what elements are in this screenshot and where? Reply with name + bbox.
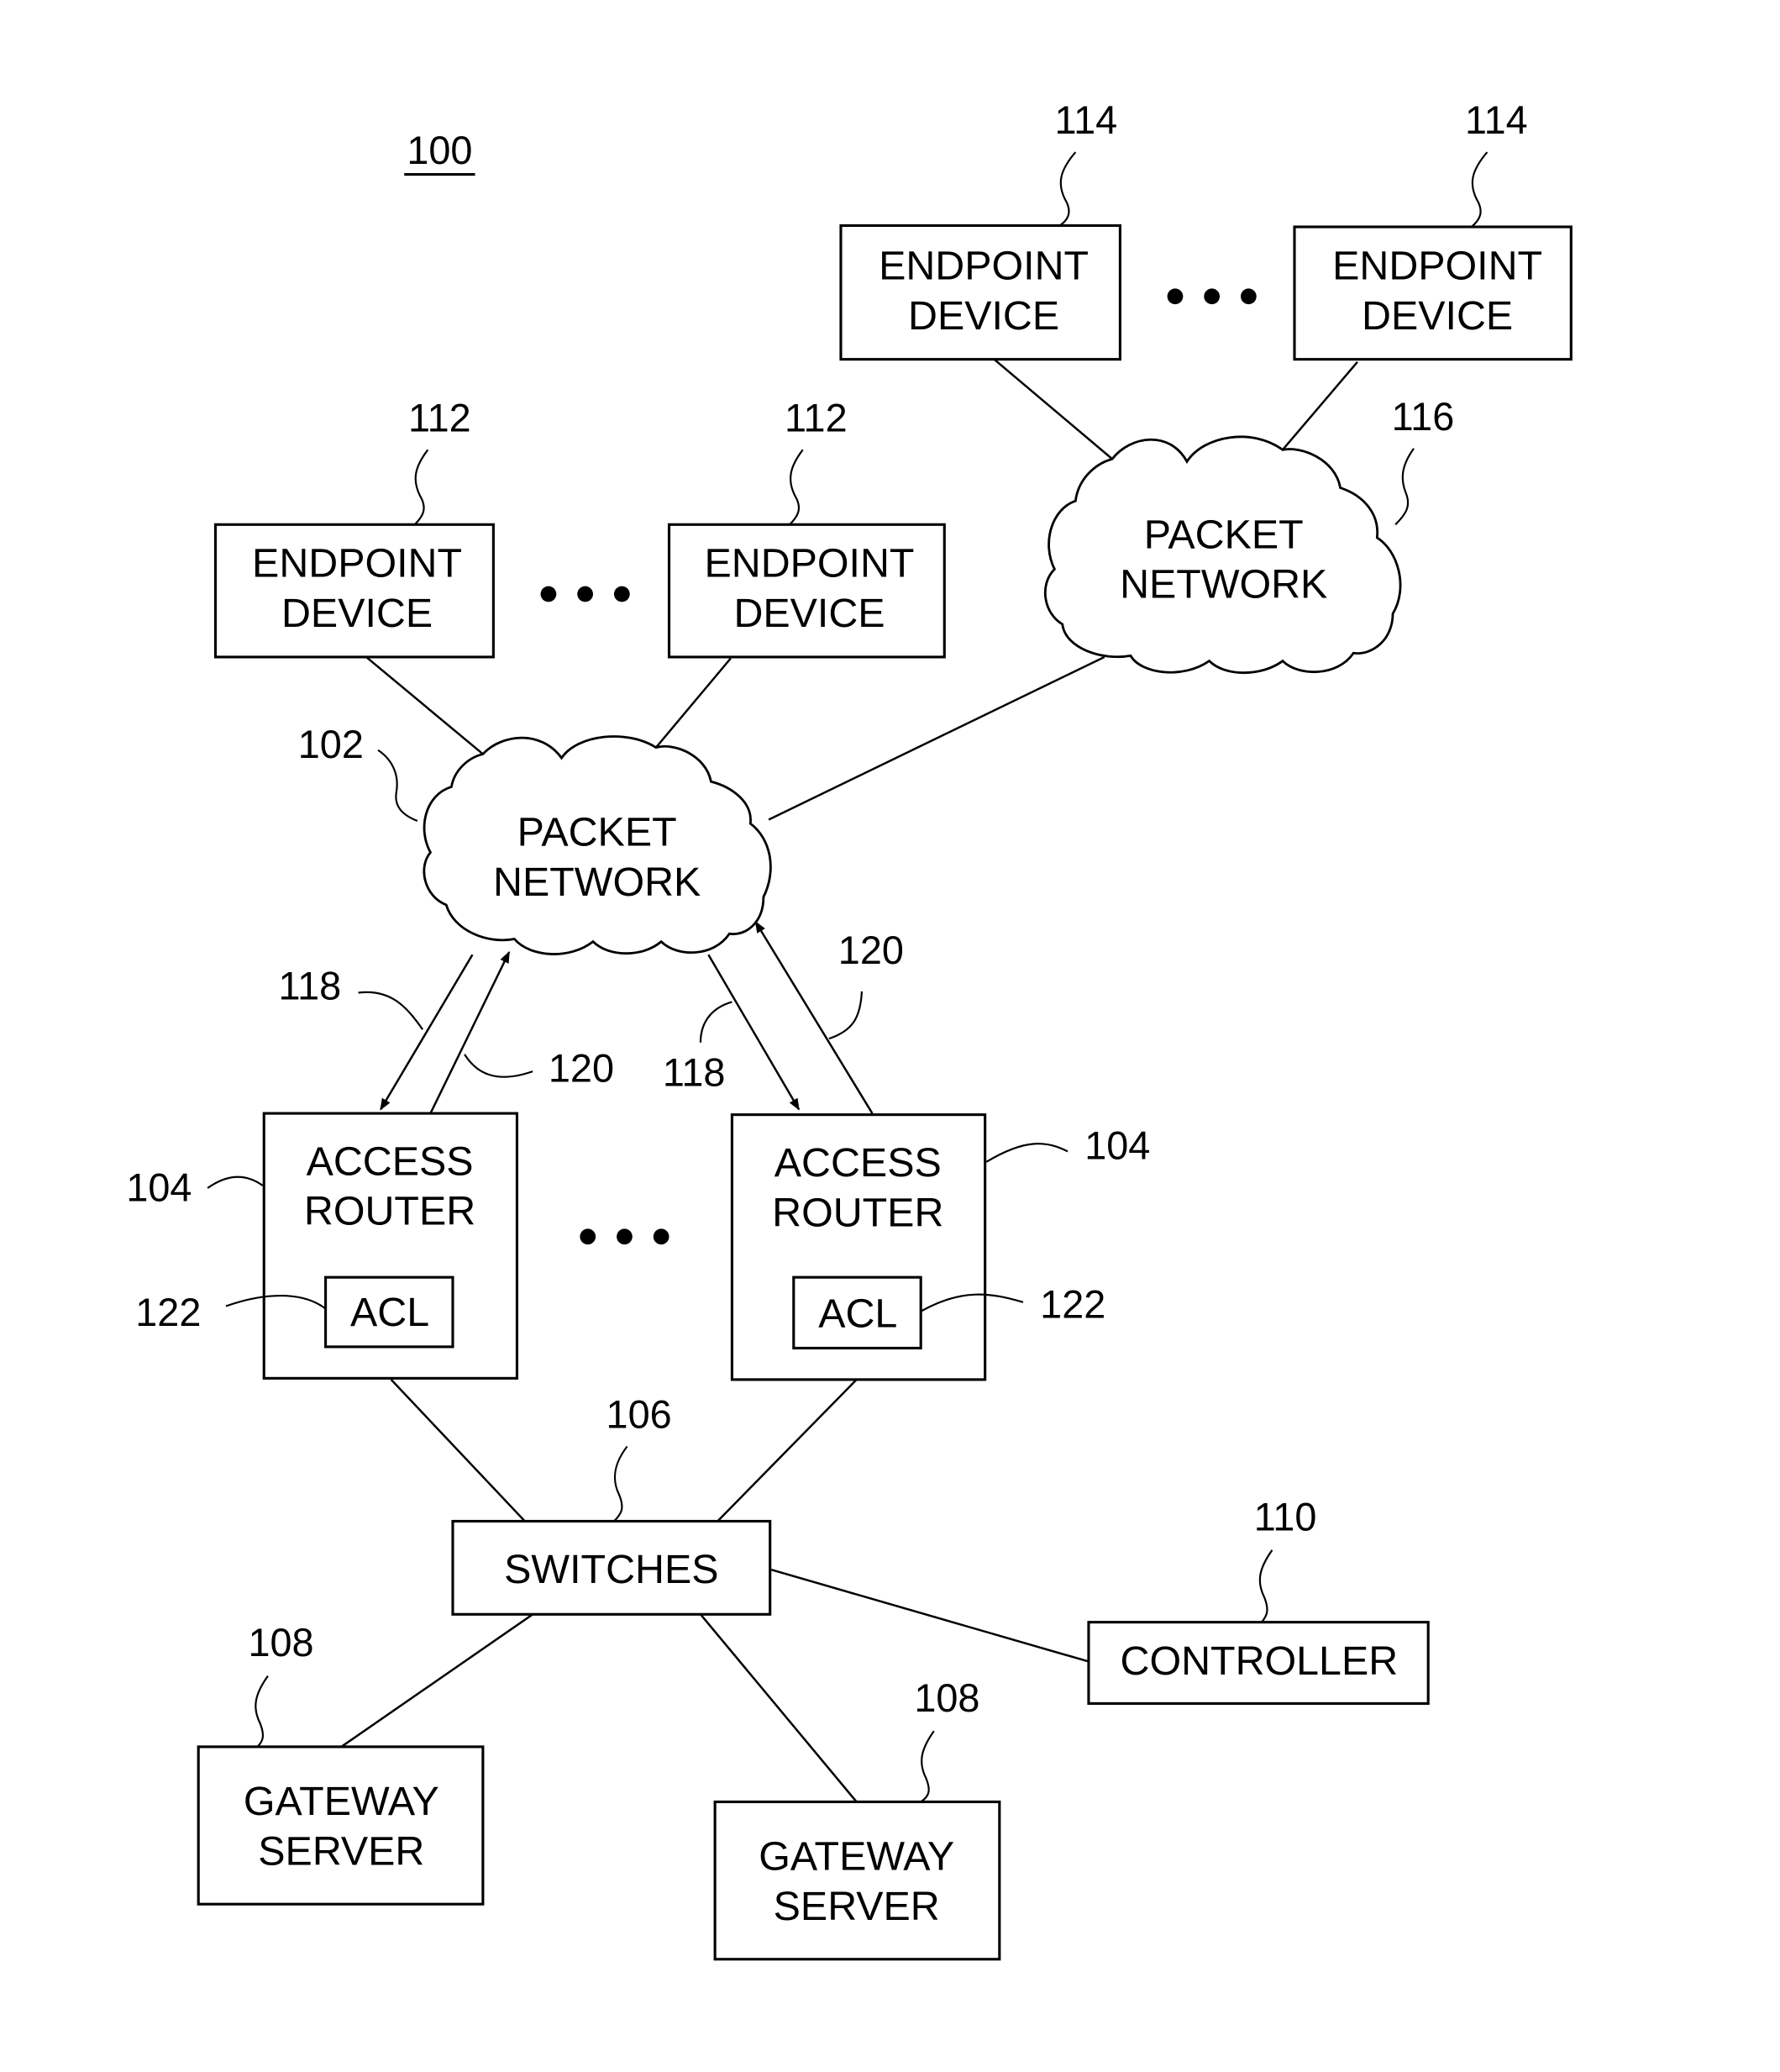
ref-120-right: 120 bbox=[838, 928, 904, 972]
dots-ellipsis bbox=[580, 1228, 669, 1245]
access-router-left: ACCESS ROUTER ACL 104 122 bbox=[126, 1112, 519, 1380]
acl-label: ACL bbox=[350, 1290, 429, 1335]
leader-line bbox=[1470, 151, 1489, 228]
endpoint-device-114-b: ENDPOINT DEVICE 114 bbox=[1293, 98, 1573, 361]
figure-ref-number: 100 bbox=[407, 129, 472, 172]
ref-number: 112 bbox=[785, 396, 848, 439]
gateway-server-box bbox=[713, 1800, 1001, 1961]
gateway-server-right: GATEWAY SERVER 108 bbox=[713, 1676, 1001, 1961]
link-120-left-upstream bbox=[429, 950, 511, 1114]
ref-120-left: 120 bbox=[549, 1047, 614, 1091]
network-label: NETWORK bbox=[1120, 562, 1327, 607]
ref-number: 122 bbox=[135, 1291, 201, 1334]
gateway-server-box bbox=[197, 1745, 485, 1906]
link-switches-gateway-left bbox=[340, 1613, 533, 1748]
endpoint-device-label: ENDPOINT bbox=[705, 541, 915, 586]
link-118-left-downstream bbox=[380, 954, 474, 1111]
ellipsis-dot bbox=[580, 1228, 596, 1245]
gateway-server-label: SERVER bbox=[258, 1828, 424, 1874]
access-router-label: ACCESS bbox=[307, 1139, 474, 1184]
packet-network-116: PACKET NETWORK 116 bbox=[1043, 395, 1455, 674]
ellipsis-dot bbox=[577, 586, 593, 602]
ellipsis-dot bbox=[1204, 288, 1221, 305]
leader-line bbox=[1258, 1549, 1273, 1623]
ref-number: 114 bbox=[1465, 98, 1528, 142]
leader-line bbox=[377, 749, 418, 823]
ref-118-left: 118 bbox=[279, 964, 342, 1007]
controller: CONTROLLER 110 bbox=[1087, 1495, 1430, 1705]
ellipsis-dot bbox=[617, 1228, 633, 1245]
endpoint-device-112-b: ENDPOINT DEVICE 112 bbox=[667, 396, 946, 659]
dots-ellipsis bbox=[540, 586, 630, 602]
ref-number: 106 bbox=[606, 1393, 672, 1437]
packet-network-102: PACKET NETWORK 102 bbox=[298, 723, 772, 955]
leader-line bbox=[789, 449, 804, 526]
access-router-right: ACCESS ROUTER ACL 104 122 bbox=[730, 1113, 1150, 1381]
ref-number: 114 bbox=[1055, 98, 1118, 142]
network-label: PACKET bbox=[517, 810, 677, 855]
leader-line bbox=[207, 1175, 264, 1189]
ref-number: 104 bbox=[1084, 1124, 1150, 1168]
gateway-server-label: GATEWAY bbox=[244, 1779, 439, 1824]
ellipsis-dot bbox=[1167, 288, 1184, 305]
leader-line bbox=[1058, 151, 1077, 227]
switches-label: SWITCHES bbox=[504, 1547, 718, 1592]
ref-number: 110 bbox=[1254, 1495, 1317, 1538]
controller-label: CONTROLLER bbox=[1121, 1638, 1399, 1684]
endpoint-device-label: DEVICE bbox=[733, 591, 885, 636]
endpoint-device-label: ENDPOINT bbox=[1332, 243, 1542, 288]
ellipsis-dot bbox=[1241, 288, 1257, 305]
link-endpoint114a-network116 bbox=[993, 358, 1113, 460]
leader-line bbox=[413, 449, 429, 526]
ref-number: 122 bbox=[1040, 1283, 1105, 1327]
leader-line bbox=[985, 1143, 1069, 1163]
leader-line bbox=[255, 1675, 269, 1748]
link-switches-gateway-right bbox=[700, 1613, 858, 1803]
leader-line bbox=[358, 991, 423, 1030]
leader-line bbox=[1394, 448, 1415, 526]
gateway-server-label: SERVER bbox=[774, 1884, 940, 1929]
network-label: NETWORK bbox=[493, 860, 701, 905]
ref-number: 108 bbox=[914, 1676, 979, 1720]
dots-ellipsis bbox=[1167, 288, 1257, 305]
ellipsis-dot bbox=[653, 1228, 669, 1245]
network-label: PACKET bbox=[1144, 512, 1304, 557]
link-network116-network102 bbox=[768, 655, 1105, 821]
gateway-server-left: GATEWAY SERVER 108 bbox=[197, 1621, 485, 1906]
leader-line bbox=[613, 1445, 628, 1522]
link-endpoint112a-network102 bbox=[365, 655, 484, 755]
link-router-left-switches bbox=[390, 1379, 526, 1522]
ref-number: 116 bbox=[1392, 395, 1455, 439]
leader-line bbox=[920, 1730, 935, 1803]
endpoint-device-label: ENDPOINT bbox=[879, 243, 1089, 288]
access-router-label: ACCESS bbox=[774, 1140, 942, 1186]
ref-number: 108 bbox=[248, 1621, 313, 1664]
link-endpoint112b-network102 bbox=[654, 657, 732, 749]
endpoint-device-112-a: ENDPOINT DEVICE 112 bbox=[213, 396, 495, 659]
endpoint-device-label: DEVICE bbox=[908, 293, 1059, 339]
ellipsis-dot bbox=[540, 586, 557, 602]
access-router-label: ROUTER bbox=[772, 1190, 943, 1235]
endpoint-device-label: DEVICE bbox=[1362, 293, 1513, 339]
ellipsis-dot bbox=[613, 586, 630, 602]
leader-line bbox=[828, 991, 864, 1040]
link-switches-controller bbox=[770, 1569, 1090, 1663]
ref-number: 104 bbox=[126, 1166, 192, 1210]
endpoint-device-114-a: ENDPOINT DEVICE 114 bbox=[839, 98, 1121, 361]
gateway-server-label: GATEWAY bbox=[759, 1834, 954, 1880]
ref-number: 112 bbox=[408, 396, 471, 439]
ref-number: 102 bbox=[298, 723, 364, 766]
link-router-right-switches bbox=[717, 1379, 858, 1522]
figure-ref: 100 bbox=[404, 129, 475, 176]
access-router-label: ROUTER bbox=[304, 1189, 475, 1234]
endpoint-device-label: ENDPOINT bbox=[252, 541, 462, 586]
endpoint-device-label: DEVICE bbox=[281, 591, 433, 636]
leader-line bbox=[699, 1001, 732, 1043]
leader-line bbox=[464, 1054, 533, 1078]
network-diagram: 100 ENDPOINT DEVICE 114 ENDPOINT DEVICE bbox=[126, 98, 1573, 1961]
ref-118-right: 118 bbox=[663, 1050, 726, 1094]
link-endpoint114b-network116 bbox=[1281, 360, 1358, 451]
acl-label: ACL bbox=[818, 1291, 897, 1336]
switches: SWITCHES 106 bbox=[451, 1393, 772, 1616]
